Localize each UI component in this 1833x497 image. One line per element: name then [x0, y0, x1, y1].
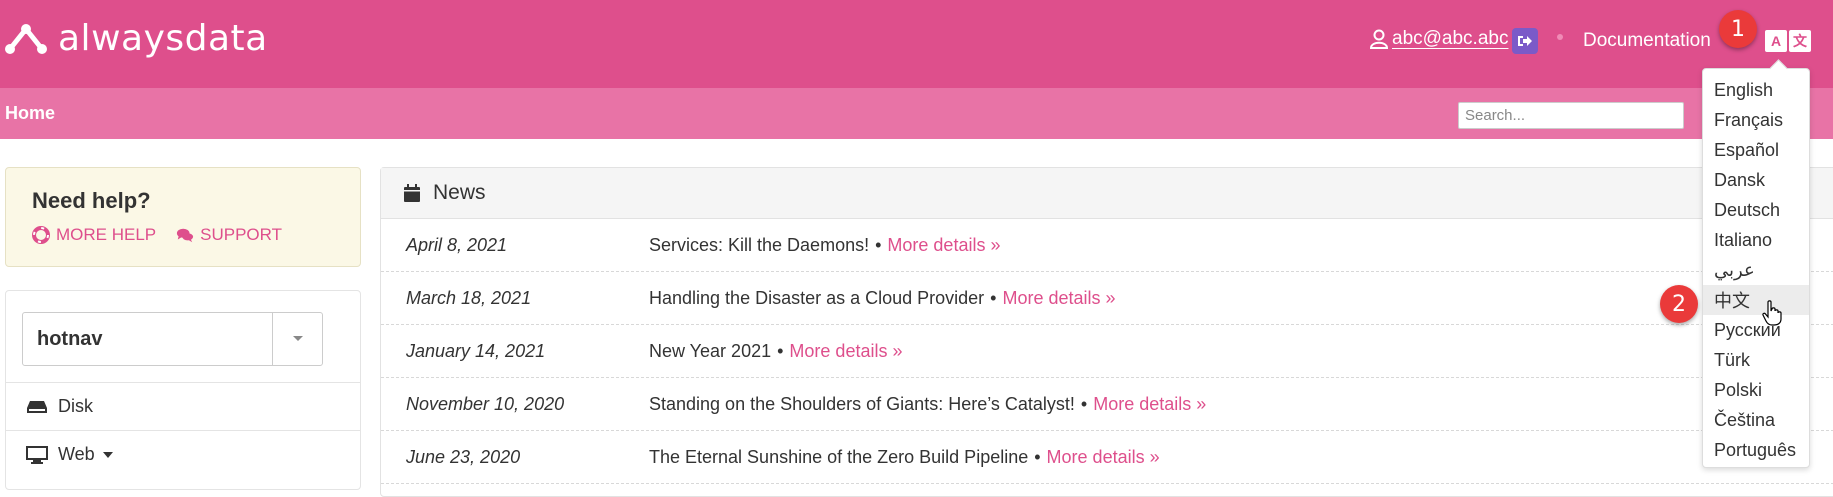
language-option-polish[interactable]: Polski	[1703, 375, 1809, 405]
more-help-link[interactable]: MORE HELP	[32, 225, 156, 245]
news-headline: New Year 2021	[649, 340, 772, 361]
language-button[interactable]: A 文	[1765, 30, 1811, 52]
language-option-italian[interactable]: Italiano	[1703, 225, 1809, 255]
language-option-spanish[interactable]: Español	[1703, 135, 1809, 165]
comments-icon	[177, 228, 194, 243]
lifebuoy-icon	[32, 226, 50, 244]
news-headline: Services: Kill the Daemons!	[649, 234, 870, 255]
language-option-french[interactable]: Français	[1703, 105, 1809, 135]
news-row: April 8, 2021 Services: Kill the Daemons…	[381, 219, 1833, 272]
language-option-english[interactable]: English	[1703, 75, 1809, 105]
more-help-label: MORE HELP	[56, 225, 157, 244]
language-option-portuguese[interactable]: Português	[1703, 435, 1809, 465]
news-date: June 23, 2020	[406, 446, 521, 467]
news-row: March 18, 2021 Handling the Disaster as …	[381, 272, 1833, 325]
help-title: Need help?	[32, 188, 151, 213]
news-separator: •	[875, 234, 882, 255]
more-details-link[interactable]: More details »	[1002, 288, 1115, 309]
account-select[interactable]: hotnav	[22, 312, 323, 366]
search-input[interactable]	[1458, 102, 1684, 129]
help-links: MORE HELP SUPPORT	[32, 225, 282, 245]
caret-down-icon	[102, 451, 113, 458]
brand-logo[interactable]: alwaysdata	[4, 18, 268, 59]
breadcrumb-home[interactable]: Home	[5, 103, 55, 124]
language-option-russian[interactable]: Русский	[1703, 315, 1809, 345]
more-details-link[interactable]: More details »	[789, 341, 902, 362]
news-separator: •	[777, 340, 784, 361]
sidebar-panel: hotnav Disk Web	[5, 290, 361, 490]
user-email: abc@abc.abc	[1392, 28, 1509, 49]
news-date: January 14, 2021	[406, 340, 546, 361]
step-marker-2: 2	[1660, 285, 1698, 323]
news-separator: •	[1034, 446, 1041, 467]
user-account-link[interactable]: abc@abc.abc	[1370, 28, 1508, 50]
language-option-danish[interactable]: Dansk	[1703, 165, 1809, 195]
sidebar-item-disk[interactable]: Disk	[6, 382, 360, 430]
brand-name: alwaysdata	[58, 18, 268, 59]
chevron-down-icon[interactable]	[272, 313, 322, 365]
news-date: March 18, 2021	[406, 287, 532, 308]
monitor-icon	[26, 445, 48, 464]
news-row: January 14, 2021 New Year 2021 • More de…	[381, 325, 1833, 378]
logo-icon	[5, 23, 47, 54]
language-option-turkish[interactable]: Türk	[1703, 345, 1809, 375]
language-icon-cjk: 文	[1789, 30, 1811, 52]
news-title: News	[433, 181, 486, 204]
news-headline: Handling the Disaster as a Cloud Provide…	[649, 287, 985, 308]
more-details-link[interactable]: More details »	[1047, 447, 1160, 468]
header-separator	[1557, 34, 1563, 40]
sidebar-item-label: Web	[58, 444, 95, 464]
language-option-chinese[interactable]: 中文	[1703, 285, 1809, 315]
more-details-link[interactable]: More details »	[1093, 394, 1206, 415]
more-details-link[interactable]: More details »	[887, 235, 1000, 256]
language-option-german[interactable]: Deutsch	[1703, 195, 1809, 225]
account-select-value: hotnav	[37, 328, 103, 350]
language-option-czech[interactable]: Čeština	[1703, 405, 1809, 435]
logout-button[interactable]	[1512, 28, 1538, 54]
step-marker-1: 1	[1719, 10, 1757, 48]
sidebar-item-web[interactable]: Web	[6, 430, 360, 478]
news-header: News	[381, 168, 1833, 219]
hand-cursor-icon	[1762, 300, 1782, 326]
language-menu: English Français Español Dansk Deutsch I…	[1702, 68, 1810, 468]
news-headline: Standing on the Shoulders of Giants: Her…	[649, 393, 1075, 414]
news-panel: News April 8, 2021 Services: Kill the Da…	[380, 167, 1833, 497]
help-box: Need help? MORE HELP SUPPORT	[5, 167, 361, 267]
logout-icon	[1518, 36, 1532, 46]
top-bar: alwaysdata abc@abc.abc Documentation A 文	[0, 0, 1833, 88]
documentation-link[interactable]: Documentation	[1583, 30, 1711, 52]
news-headline: The Eternal Sunshine of the Zero Build P…	[649, 446, 1029, 467]
news-date: November 10, 2020	[406, 393, 565, 414]
news-date: April 8, 2021	[406, 234, 508, 255]
news-separator: •	[990, 287, 997, 308]
sidebar-item-label: Disk	[58, 396, 93, 416]
language-option-arabic[interactable]: عربي	[1703, 255, 1809, 285]
support-label: SUPPORT	[200, 225, 283, 244]
disk-icon	[27, 400, 47, 413]
news-row: November 10, 2020 Standing on the Should…	[381, 378, 1833, 431]
calendar-icon	[404, 184, 420, 202]
news-separator: •	[1080, 393, 1088, 414]
user-icon	[1370, 29, 1388, 49]
news-row: June 23, 2020 The Eternal Sunshine of th…	[381, 431, 1833, 484]
support-link[interactable]: SUPPORT	[176, 225, 282, 245]
language-icon-latin: A	[1765, 30, 1787, 52]
